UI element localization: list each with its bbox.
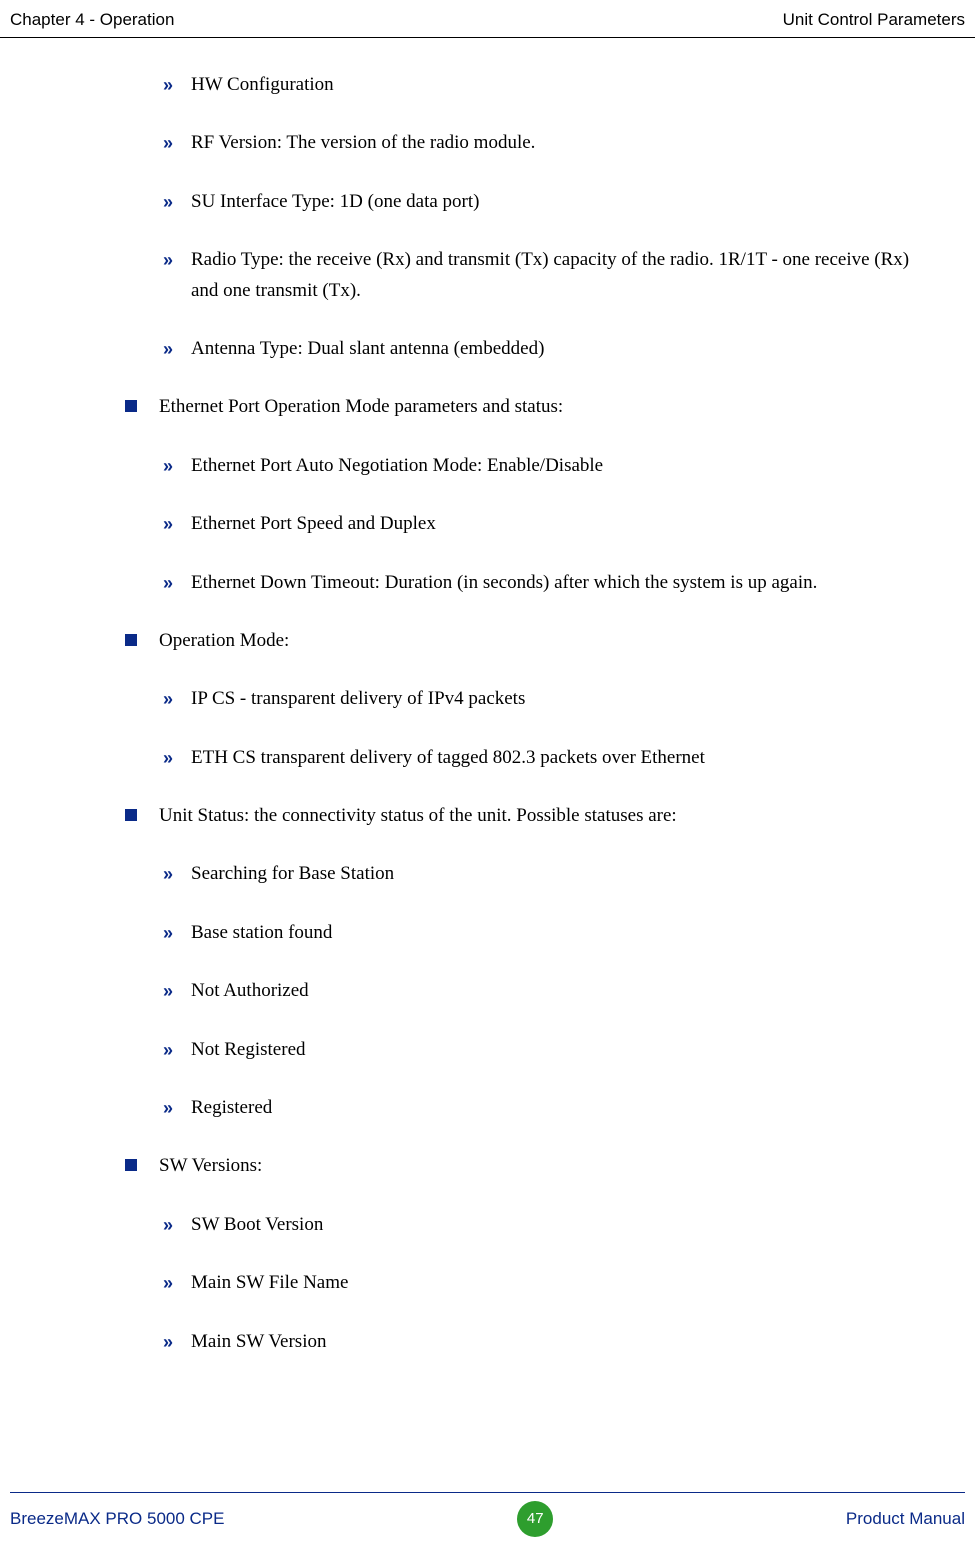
section-operation-mode: Operation Mode: » IP CS - transparent de… [125, 626, 925, 773]
list-item: » Ethernet Port Auto Negotiation Mode: E… [163, 451, 925, 481]
item-text: Main SW Version [191, 1327, 925, 1357]
list-item: » SW Boot Version [163, 1210, 925, 1240]
section-heading: SW Versions: [125, 1151, 925, 1181]
header-section: Unit Control Parameters [783, 6, 965, 33]
footer-product: BreezeMAX PRO 5000 CPE [10, 1505, 224, 1532]
square-bullet-icon [125, 1159, 137, 1171]
item-text: HW Configuration [191, 70, 925, 100]
chevron-icon: » [163, 1210, 191, 1240]
chevron-icon: » [163, 684, 191, 714]
chevron-icon: » [163, 918, 191, 948]
item-text: Antenna Type: Dual slant antenna (embedd… [191, 334, 925, 364]
list-item: » Antenna Type: Dual slant antenna (embe… [163, 334, 925, 364]
item-text: Ethernet Port Speed and Duplex [191, 509, 925, 539]
chevron-icon: » [163, 859, 191, 889]
item-text: RF Version: The version of the radio mod… [191, 128, 925, 158]
chevron-icon: » [163, 976, 191, 1006]
chevron-icon: » [163, 1327, 191, 1357]
item-text: Searching for Base Station [191, 859, 925, 889]
item-text: Not Authorized [191, 976, 925, 1006]
chevron-icon: » [163, 743, 191, 773]
page-number-badge: 47 [517, 1501, 553, 1537]
item-text: ETH CS transparent delivery of tagged 80… [191, 743, 925, 773]
chevron-icon: » [163, 334, 191, 364]
chevron-icon: » [163, 1093, 191, 1123]
page-header: Chapter 4 - Operation Unit Control Param… [0, 6, 975, 38]
list-item: » Not Authorized [163, 976, 925, 1006]
list-item: » Not Registered [163, 1035, 925, 1065]
page-footer: BreezeMAX PRO 5000 CPE 47 Product Manual [0, 1501, 975, 1537]
chevron-icon: » [163, 128, 191, 158]
item-text: IP CS - transparent delivery of IPv4 pac… [191, 684, 925, 714]
chevron-icon: » [163, 187, 191, 217]
chevron-icon: » [163, 245, 191, 275]
item-text: SW Boot Version [191, 1210, 925, 1240]
chevron-icon: » [163, 451, 191, 481]
list-item: » Main SW File Name [163, 1268, 925, 1298]
list-item: » SU Interface Type: 1D (one data port) [163, 187, 925, 217]
list-item: » Searching for Base Station [163, 859, 925, 889]
item-text: Base station found [191, 918, 925, 948]
list-item: » Radio Type: the receive (Rx) and trans… [163, 245, 925, 306]
list-item: » Ethernet Port Speed and Duplex [163, 509, 925, 539]
page-content: » HW Configuration » RF Version: The ver… [125, 70, 925, 1385]
list-item: » RF Version: The version of the radio m… [163, 128, 925, 158]
intro-subitems: » HW Configuration » RF Version: The ver… [163, 70, 925, 364]
section-title: Unit Status: the connectivity status of … [159, 801, 925, 831]
square-bullet-icon [125, 634, 137, 646]
section-sw-versions: SW Versions: » SW Boot Version » Main SW… [125, 1151, 925, 1357]
item-text: Ethernet Down Timeout: Duration (in seco… [191, 568, 925, 598]
item-text: Radio Type: the receive (Rx) and transmi… [191, 245, 925, 306]
list-item: » Ethernet Down Timeout: Duration (in se… [163, 568, 925, 598]
section-heading: Unit Status: the connectivity status of … [125, 801, 925, 831]
item-text: Not Registered [191, 1035, 925, 1065]
section-heading: Ethernet Port Operation Mode parameters … [125, 392, 925, 422]
list-item: » Registered [163, 1093, 925, 1123]
footer-divider [10, 1492, 965, 1493]
item-text: Ethernet Port Auto Negotiation Mode: Ena… [191, 451, 925, 481]
chevron-icon: » [163, 509, 191, 539]
header-chapter: Chapter 4 - Operation [10, 6, 174, 33]
section-title: Ethernet Port Operation Mode parameters … [159, 392, 925, 422]
list-item: » Base station found [163, 918, 925, 948]
section-title: Operation Mode: [159, 626, 925, 656]
chevron-icon: » [163, 1268, 191, 1298]
chevron-icon: » [163, 70, 191, 100]
chevron-icon: » [163, 1035, 191, 1065]
section-heading: Operation Mode: [125, 626, 925, 656]
list-item: » Main SW Version [163, 1327, 925, 1357]
section-title: SW Versions: [159, 1151, 925, 1181]
item-text: SU Interface Type: 1D (one data port) [191, 187, 925, 217]
item-text: Registered [191, 1093, 925, 1123]
list-item: » ETH CS transparent delivery of tagged … [163, 743, 925, 773]
item-text: Main SW File Name [191, 1268, 925, 1298]
chevron-icon: » [163, 568, 191, 598]
list-item: » IP CS - transparent delivery of IPv4 p… [163, 684, 925, 714]
section-ethernet: Ethernet Port Operation Mode parameters … [125, 392, 925, 598]
square-bullet-icon [125, 400, 137, 412]
square-bullet-icon [125, 809, 137, 821]
list-item: » HW Configuration [163, 70, 925, 100]
footer-manual: Product Manual [846, 1505, 965, 1532]
section-unit-status: Unit Status: the connectivity status of … [125, 801, 925, 1123]
